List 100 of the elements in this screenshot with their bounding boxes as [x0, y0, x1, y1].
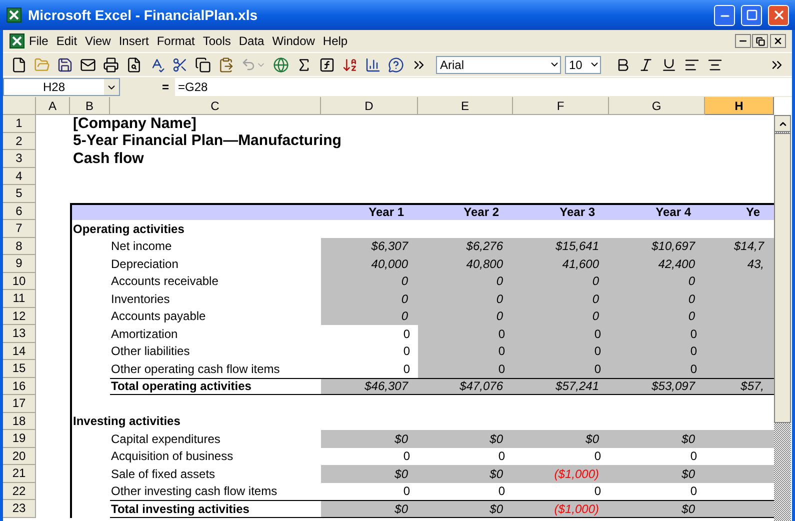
year-header: Year 3 — [558, 204, 596, 220]
value-cell: 0 — [609, 342, 705, 360]
menu-item[interactable]: Data — [234, 30, 268, 52]
value-cell: 40,800 — [418, 255, 513, 272]
total-label: Total operating activities — [111, 378, 252, 396]
value-cell: 0 — [513, 360, 609, 378]
workbook-icon — [9, 33, 25, 49]
row-header[interactable]: 23 — [3, 500, 36, 518]
row-header[interactable]: 13 — [3, 325, 36, 342]
row-header[interactable]: 19 — [3, 430, 36, 448]
row-header[interactable]: 9 — [3, 255, 36, 272]
row-header[interactable]: 3 — [3, 150, 36, 168]
row-label: Inventories — [111, 290, 170, 308]
menu-item[interactable]: Help — [318, 30, 352, 52]
row-header[interactable]: 22 — [3, 482, 36, 500]
vertical-scrollbar[interactable] — [774, 115, 791, 521]
menu-item[interactable]: Insert — [114, 30, 153, 52]
formula-field[interactable]: =G28 — [175, 78, 792, 96]
value-cell: 42,400 — [609, 255, 705, 272]
year-header: Ye — [744, 204, 761, 220]
value-cell: $6,276 — [418, 238, 513, 255]
name-box[interactable]: H28 — [3, 78, 120, 96]
value-cell: 0 — [418, 290, 513, 308]
value-cell: ($1,000) — [513, 501, 609, 516]
row-header[interactable]: 15 — [3, 360, 36, 378]
row-label: Other operating cash flow items — [111, 360, 280, 378]
value-cell: $57,241 — [513, 378, 609, 394]
menu-item[interactable]: View — [81, 30, 115, 52]
menu-item[interactable]: Format — [152, 30, 199, 52]
menu-item[interactable]: Window — [268, 30, 319, 52]
font-field[interactable]: Arial — [436, 56, 561, 74]
value-cell: $46,307 — [321, 378, 418, 394]
row-header[interactable]: 12 — [3, 308, 36, 325]
minimize-button[interactable] — [714, 4, 735, 26]
row-header[interactable]: 20 — [3, 448, 36, 465]
value-cell: 0 — [321, 308, 418, 325]
row-header[interactable]: 16 — [3, 378, 36, 395]
column-header[interactable]: D — [321, 97, 418, 115]
row-header[interactable]: 17 — [3, 395, 36, 412]
close-workbook-button[interactable] — [770, 34, 786, 48]
value-cell: 40,000 — [321, 255, 418, 272]
maximize-button[interactable] — [741, 4, 762, 26]
row-label: Other liabilities — [111, 343, 190, 360]
value-cell: 0 — [418, 360, 513, 378]
row-label: Sale of fixed assets — [111, 466, 216, 483]
column-header[interactable]: C — [110, 97, 321, 115]
title-text: 5-Year Financial Plan—Manufacturing — [73, 132, 342, 151]
row-label: Depreciation — [111, 256, 178, 273]
row-header[interactable]: 14 — [3, 342, 36, 360]
row-header[interactable]: 6 — [3, 202, 36, 220]
row-header[interactable]: 8 — [3, 238, 36, 255]
value-cell: $57, — [705, 378, 774, 394]
menu-item[interactable]: Edit — [52, 30, 82, 52]
row-header[interactable]: 7 — [3, 220, 36, 238]
column-header[interactable]: E — [418, 97, 513, 115]
menu-item[interactable]: Tools — [198, 30, 235, 52]
value-cell: 0 — [513, 342, 609, 360]
column-header[interactable]: H — [705, 97, 774, 115]
value-cell: 0 — [418, 272, 513, 290]
row-header[interactable]: 18 — [3, 412, 36, 430]
equals-sign: = — [160, 79, 170, 96]
value-cell: $0 — [321, 465, 418, 482]
value-cell: $10,697 — [609, 238, 705, 255]
row-header[interactable]: 4 — [3, 168, 36, 185]
value-cell: 0 — [609, 325, 705, 342]
row-header[interactable]: 21 — [3, 465, 36, 482]
value-cell: $0 — [321, 501, 418, 516]
close-button[interactable] — [768, 4, 789, 26]
value-cell: $6,307 — [321, 238, 418, 255]
row-label: Accounts receivable — [111, 273, 218, 290]
column-header[interactable]: A — [36, 97, 70, 115]
row-header[interactable]: 2 — [3, 132, 36, 150]
value-cell: 0 — [513, 272, 609, 290]
year-header: Year 2 — [462, 204, 500, 220]
menu-item[interactable]: File — [25, 30, 52, 52]
column-header[interactable]: F — [513, 97, 609, 115]
value-cell: $0 — [418, 465, 513, 482]
row-label: Capital expenditures — [111, 430, 220, 448]
minimize-workbook-button[interactable] — [735, 34, 751, 48]
row-header[interactable]: 10 — [3, 272, 36, 290]
font-size-field[interactable]: 10 — [565, 56, 601, 74]
value-cell: $15,641 — [513, 238, 609, 255]
scroll-up-button[interactable] — [774, 115, 791, 132]
row-header[interactable]: 11 — [3, 290, 36, 308]
row-header[interactable]: 5 — [3, 185, 36, 202]
row-label: Amortization — [111, 326, 178, 343]
total-label: Total investing activities — [111, 500, 250, 518]
title-text: [Company Name] — [73, 114, 196, 134]
row-header[interactable]: 1 — [3, 115, 36, 132]
scroll-thumb[interactable] — [774, 133, 791, 423]
value-cell: 41,600 — [513, 255, 609, 272]
value-cell: $0 — [418, 430, 513, 448]
value-cell: $0 — [609, 501, 705, 516]
restore-workbook-button[interactable] — [752, 34, 768, 48]
restore-icon — [756, 36, 764, 46]
value-cell: 0 — [418, 308, 513, 325]
value-cell: $0 — [418, 501, 513, 516]
value-cell: 0 — [513, 325, 609, 342]
value-cell: 0 — [513, 308, 609, 325]
column-header[interactable]: B — [70, 97, 110, 115]
